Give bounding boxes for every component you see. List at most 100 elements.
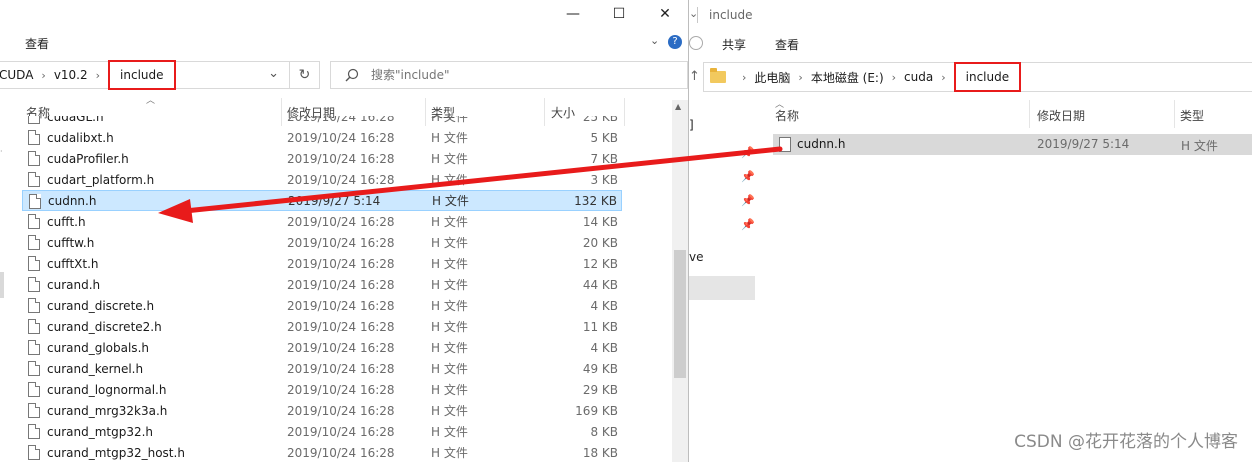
file-type: H 文件 <box>431 116 468 124</box>
column-divider[interactable] <box>624 98 625 126</box>
file-row[interactable]: curand_mtgp32_host.h 2019/10/24 16:28 H 文件… <box>22 442 622 462</box>
breadcrumb-separator-icon[interactable]: › <box>742 71 746 84</box>
address-bar[interactable]: › 此电脑 › 本地磁盘 (E:) › cuda › include <box>703 62 1252 92</box>
file-row[interactable]: cudalibxt.h 2019/10/24 16:28 H 文件 5 KB <box>22 127 622 148</box>
breadcrumb-this-pc[interactable]: 此电脑 <box>754 69 790 86</box>
file-name: curand_globals.h <box>47 340 149 355</box>
column-divider[interactable] <box>1174 100 1175 128</box>
scroll-up-icon[interactable]: ▲ <box>675 102 681 111</box>
refresh-button[interactable]: ↻ <box>290 61 320 89</box>
file-date: 2019/10/24 16:28 <box>287 424 395 439</box>
file-date: 2019/10/24 16:28 <box>287 319 395 334</box>
search-input[interactable] <box>371 68 611 82</box>
file-size: 5 KB <box>590 130 618 145</box>
file-name: curand_discrete2.h <box>47 319 162 334</box>
breadcrumb-separator-icon[interactable]: › <box>941 71 945 84</box>
right-explorer-window: ⌄ include 共享 查看 ↑ › 此电脑 › 本地磁盘 (E:) › cu… <box>688 0 1252 462</box>
file-row[interactable]: curand_mtgp32.h 2019/10/24 16:28 H 文件 8 KB <box>22 421 622 442</box>
file-row[interactable]: curand_kernel.h 2019/10/24 16:28 H 文件 49 KB <box>22 358 622 379</box>
scrollbar-thumb[interactable] <box>674 250 686 378</box>
column-header-date[interactable]: 修改日期 <box>1037 107 1085 124</box>
file-type: H 文件 <box>431 383 468 397</box>
column-divider[interactable] <box>1029 100 1030 128</box>
file-type: H 文件 <box>431 320 468 334</box>
address-bar[interactable]: CUDA › v10.2 › include ⌄ <box>0 60 290 90</box>
close-button[interactable]: ✕ <box>642 0 688 28</box>
breadcrumb-current-include[interactable]: include <box>953 62 1022 92</box>
file-row[interactable]: cudaProfiler.h 2019/10/24 16:28 H 文件 7 KB <box>22 148 622 169</box>
breadcrumb-separator-icon[interactable]: › <box>798 71 802 84</box>
file-name: curand_discrete.h <box>47 298 155 313</box>
file-row[interactable]: curand_lognormal.h 2019/10/24 16:28 H 文件 29… <box>22 379 622 400</box>
file-row[interactable]: curand_globals.h 2019/10/24 16:28 H 文件 4 KB <box>22 337 622 358</box>
file-row[interactable]: cufftw.h 2019/10/24 16:28 H 文件 20 KB <box>22 232 622 253</box>
breadcrumb-separator-icon[interactable]: › <box>96 69 100 82</box>
pin-icon[interactable]: 📌 <box>741 194 755 207</box>
file-size: 3 KB <box>590 172 618 187</box>
header-file-icon <box>28 319 40 334</box>
file-row[interactable]: cudart_platform.h 2019/10/24 16:28 H 文件 3 K… <box>22 169 622 190</box>
file-name: cufftw.h <box>47 235 95 250</box>
window-controls: — ☐ ✕ <box>550 0 688 28</box>
breadcrumb-v10-2[interactable]: v10.2 <box>54 68 88 82</box>
ribbon-tab-share[interactable]: 共享 <box>722 36 746 53</box>
nav-selected-item[interactable] <box>689 276 755 300</box>
file-date: 2019/10/24 16:28 <box>287 214 395 229</box>
file-type: H 文件 <box>432 194 469 208</box>
file-name: cudaGL.h <box>47 116 104 124</box>
file-row[interactable]: curand_discrete.h 2019/10/24 16:28 H 文件 4 K… <box>22 295 622 316</box>
breadcrumb-cuda[interactable]: CUDA <box>0 68 33 82</box>
breadcrumb-current-include[interactable]: include <box>108 60 176 90</box>
file-date: 2019/10/24 16:28 <box>287 298 395 313</box>
column-header-type[interactable]: 类型 <box>1180 107 1204 124</box>
file-type: H 文件 <box>431 341 468 355</box>
file-row[interactable]: cufftXt.h 2019/10/24 16:28 H 文件 12 KB <box>22 253 622 274</box>
ribbon-tab-view[interactable]: 查看 <box>25 35 49 52</box>
vertical-scrollbar[interactable]: ▲ <box>672 100 688 462</box>
file-type: H 文件 <box>431 215 468 229</box>
nav-fragment-bracket: ] <box>689 118 694 132</box>
file-date: 2019/10/24 16:28 <box>287 130 395 145</box>
file-row[interactable]: curand.h 2019/10/24 16:28 H 文件 44 KB <box>22 274 622 295</box>
header-file-icon <box>28 172 40 187</box>
breadcrumb-separator-icon[interactable]: › <box>41 69 45 82</box>
file-type: H 文件 <box>431 236 468 250</box>
file-row[interactable]: cudaGL.h 2019/10/24 16:28 H 文件 25 KB <box>22 116 622 127</box>
file-size: 169 KB <box>575 403 618 418</box>
maximize-button[interactable]: ☐ <box>596 0 642 28</box>
breadcrumb-local-disk-e[interactable]: 本地磁盘 (E:) <box>811 69 884 86</box>
file-row-selected[interactable]: cudnn.h 2019/9/27 5:14 H 文件 132 KB <box>22 190 622 211</box>
help-icon[interactable]: ? <box>668 35 682 49</box>
help-icon[interactable] <box>689 36 703 50</box>
column-header-name[interactable]: 名称 <box>775 107 799 124</box>
pin-icon[interactable]: 📌 <box>741 218 755 231</box>
file-date: 2019/10/24 16:28 <box>287 445 395 460</box>
breadcrumb-cuda[interactable]: cuda <box>904 70 933 84</box>
file-row[interactable]: curand_mrg32k3a.h 2019/10/24 16:28 H 文件 169… <box>22 400 622 421</box>
pin-icon[interactable]: 📌 <box>741 146 755 159</box>
pin-icon[interactable]: 📌 <box>741 170 755 183</box>
file-size: 18 KB <box>582 445 618 460</box>
file-size: 132 KB <box>574 193 617 208</box>
search-box[interactable] <box>330 61 688 89</box>
file-size: 11 KB <box>582 319 618 334</box>
file-name: cudaProfiler.h <box>47 151 129 166</box>
minimize-button[interactable]: — <box>550 0 596 28</box>
nav-fragment-text[interactable]: ve <box>689 250 703 264</box>
file-row[interactable]: cufft.h 2019/10/24 16:28 H 文件 14 KB <box>22 211 622 232</box>
header-file-icon <box>28 277 40 292</box>
file-row-cudnn[interactable]: cudnn.h 2019/9/27 5:14 H 文件 <box>773 134 1252 155</box>
file-size: 29 KB <box>582 382 618 397</box>
header-file-icon <box>28 361 40 376</box>
file-name: cufftXt.h <box>47 256 99 271</box>
address-dropdown-chevron-icon[interactable]: ⌄ <box>268 66 279 81</box>
file-row[interactable]: curand_discrete2.h 2019/10/24 16:28 H 文件 11… <box>22 316 622 337</box>
file-name: cudart_platform.h <box>47 172 155 187</box>
file-date: 2019/10/24 16:28 <box>287 151 395 166</box>
breadcrumb-separator-icon[interactable]: › <box>892 71 896 84</box>
sort-ascending-caret-icon: ︿ <box>146 96 156 106</box>
up-arrow-icon[interactable]: ↑ <box>689 69 700 84</box>
file-type: H 文件 <box>431 257 468 271</box>
ribbon-tab-view[interactable]: 查看 <box>775 36 799 53</box>
ribbon-expand-chevron-icon[interactable]: ⌄ <box>650 34 659 47</box>
